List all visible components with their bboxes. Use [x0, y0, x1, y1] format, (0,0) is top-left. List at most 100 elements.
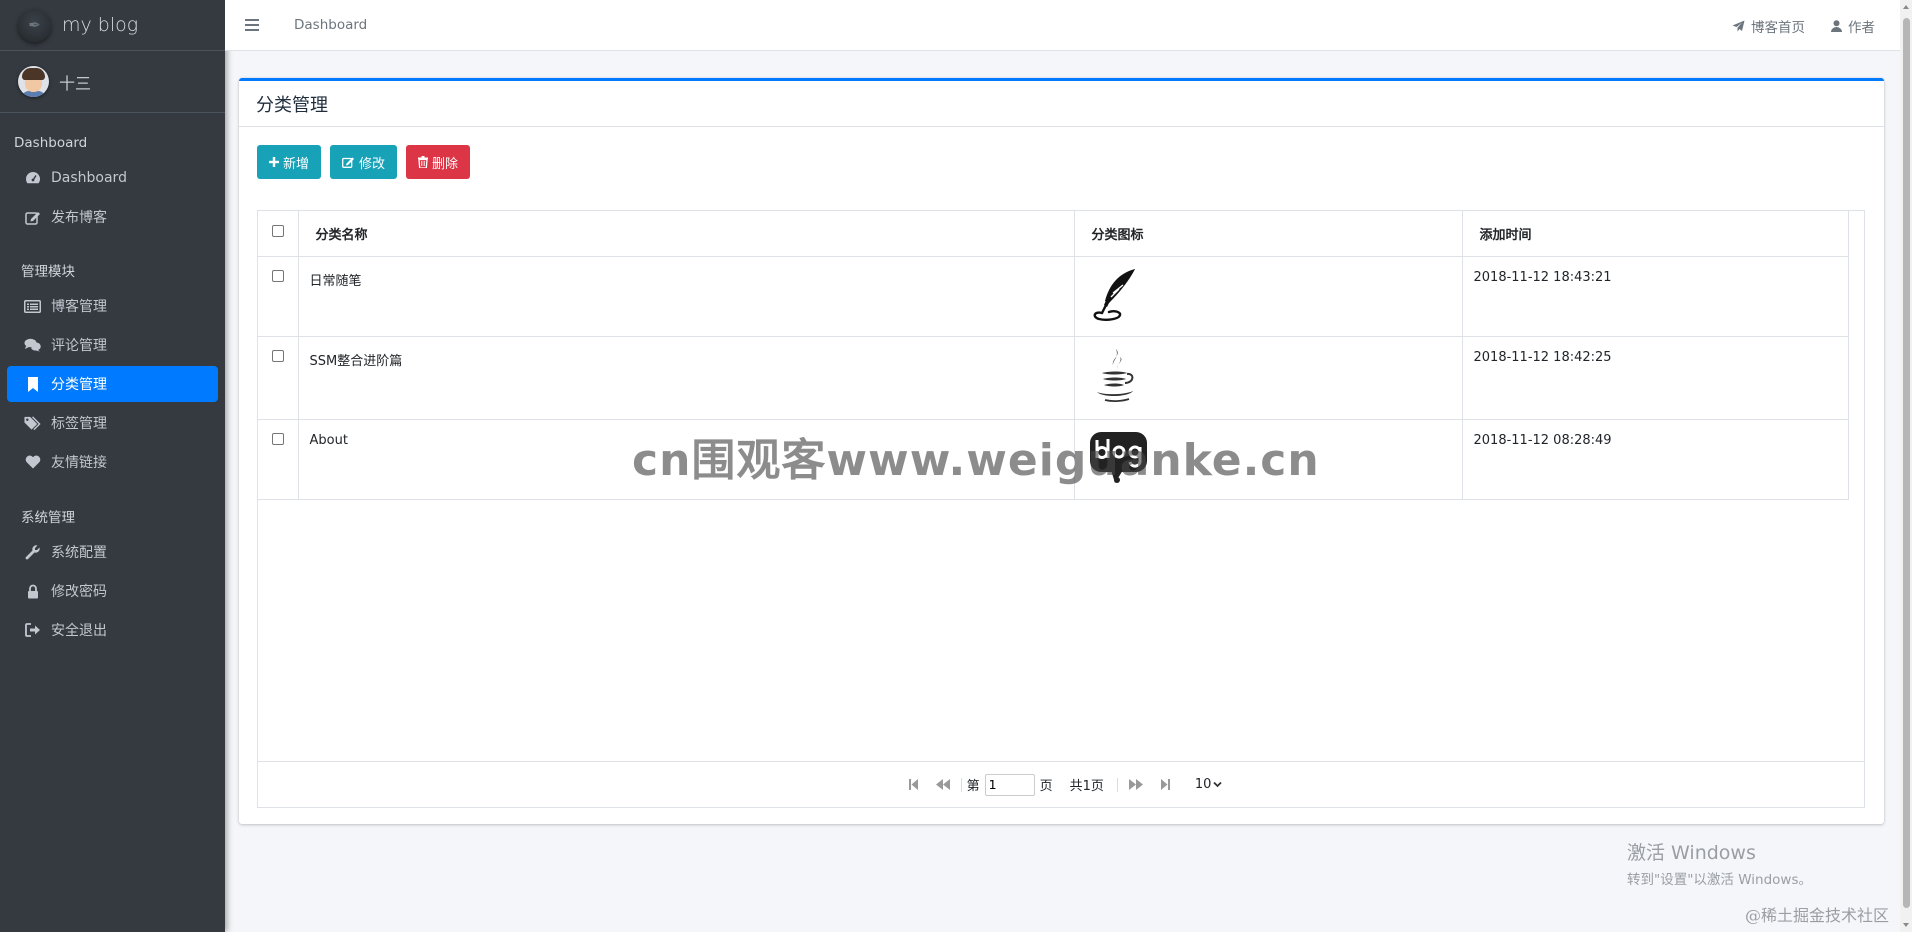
author-link[interactable]: 作者	[1831, 16, 1875, 36]
sidebar-item-dashboard[interactable]: Dashboard	[7, 160, 218, 196]
edit-button[interactable]: 修改	[330, 145, 398, 179]
pager-separator	[1116, 777, 1118, 792]
brand-link[interactable]: ✒ my blog	[0, 0, 225, 51]
category-time: 2018-11-12 18:43:21	[1462, 256, 1849, 337]
sidebar-item-config[interactable]: 系统配置	[7, 534, 218, 570]
scrollbar-thumb[interactable]	[1903, 18, 1910, 908]
category-name: About	[298, 419, 1075, 500]
row-select-cell	[258, 336, 299, 420]
column-header-icon[interactable]: 分类图标	[1074, 211, 1463, 257]
activation-hint: 转到"设置"以激活 Windows。	[1627, 872, 1812, 888]
sign-out-icon	[24, 623, 41, 637]
select-all-cell	[258, 211, 299, 257]
row-checkbox[interactable]	[271, 432, 284, 445]
tags-icon	[24, 415, 41, 431]
page-suffix: 页	[1039, 779, 1053, 794]
nav-header-dashboard: Dashboard	[14, 135, 88, 151]
brand-name: my blog	[62, 14, 139, 36]
row-checkbox[interactable]	[271, 349, 284, 362]
sidebar-item-category[interactable]: 分类管理	[7, 366, 218, 402]
column-header-time[interactable]: 添加时间	[1462, 211, 1849, 257]
delete-button-label: 删除	[432, 156, 459, 172]
sidebar-item-label: 评论管理	[51, 338, 107, 354]
chevron-down-icon	[1213, 781, 1223, 788]
pagination: 第 页 共1页 10	[258, 761, 1864, 807]
edit-icon	[24, 210, 41, 225]
windows-activation-notice: 激活 Windows 转到"设置"以激活 Windows。	[1627, 838, 1812, 888]
page-number-input[interactable]	[984, 773, 1035, 796]
row-checkbox[interactable]	[271, 269, 284, 282]
category-icon-cell	[1074, 336, 1463, 420]
page-title: 分类管理	[256, 94, 328, 116]
next-page-icon	[1128, 779, 1143, 790]
first-page-icon	[908, 779, 918, 790]
row-select-cell	[258, 256, 299, 337]
first-page-button[interactable]	[908, 779, 918, 790]
activation-title: 激活 Windows	[1627, 842, 1756, 864]
nav-header-system: 系统管理	[21, 510, 75, 526]
add-button[interactable]: 新增	[257, 145, 322, 179]
table-header-row: 分类名称 分类图标 添加时间	[258, 211, 1849, 257]
last-page-button[interactable]	[1160, 779, 1170, 790]
top-navbar: Dashboard 博客首页 作者	[225, 0, 1912, 51]
sidebar-item-tags[interactable]: 标签管理	[7, 405, 218, 441]
page-size-select[interactable]: 10	[1195, 777, 1223, 792]
sidebar-item-comments[interactable]: 评论管理	[7, 327, 218, 363]
dashboard-icon	[24, 171, 41, 185]
java-icon	[1096, 348, 1133, 402]
blog-home-link[interactable]: 博客首页	[1732, 16, 1805, 36]
sidebar-item-password[interactable]: 修改密码	[7, 573, 218, 609]
paper-plane-icon	[1732, 20, 1745, 31]
sidebar-item-blog-manage[interactable]: 博客管理	[7, 288, 218, 324]
sidebar-item-publish[interactable]: 发布博客	[7, 199, 218, 235]
table-row[interactable]: 日常随笔 2018-11-12 18:43:21	[258, 256, 1849, 337]
edit-icon	[342, 157, 355, 168]
blog-bubble-icon	[1089, 431, 1147, 483]
edit-button-label: 修改	[359, 156, 386, 172]
sidebar-item-label: 友情链接	[51, 455, 107, 471]
next-page-button[interactable]	[1128, 779, 1143, 790]
prev-page-icon	[935, 779, 950, 790]
user-icon	[1831, 19, 1842, 32]
page-scrollbar[interactable]	[1900, 0, 1912, 932]
user-panel[interactable]: 十三	[0, 51, 225, 113]
last-page-icon	[1160, 779, 1170, 790]
scroll-up-icon[interactable]	[1903, 5, 1909, 9]
prev-page-button[interactable]	[935, 779, 950, 790]
menu-toggle-icon[interactable]	[245, 19, 259, 31]
author-label: 作者	[1848, 19, 1875, 36]
scroll-down-icon[interactable]	[1903, 923, 1909, 927]
list-icon	[24, 299, 41, 313]
category-icon-cell	[1074, 256, 1463, 337]
category-card: 分类管理 新增 修改 删除 分类名称 分类图标 添加时间 日常随笔 2018-1…	[239, 78, 1884, 824]
sidebar-item-links[interactable]: 友情链接	[7, 444, 218, 480]
column-header-name[interactable]: 分类名称	[298, 211, 1075, 257]
brand-logo-icon: ✒	[18, 8, 51, 42]
lock-icon	[24, 584, 41, 599]
page-prefix: 第	[966, 779, 980, 794]
table-row[interactable]: About 2018-11-12 08:28:49	[258, 419, 1849, 500]
sidebar-item-label: 安全退出	[51, 623, 107, 639]
breadcrumb[interactable]: Dashboard	[294, 17, 367, 33]
trash-icon	[418, 156, 429, 168]
page-total: 共1页	[1069, 779, 1104, 794]
comments-icon	[24, 338, 41, 352]
sidebar-item-logout[interactable]: 安全退出	[7, 612, 218, 648]
blog-home-label: 博客首页	[1751, 19, 1805, 36]
sidebar-item-label: 分类管理	[51, 377, 107, 393]
toolbar: 新增 修改 删除	[257, 145, 479, 179]
pager-separator	[960, 777, 962, 792]
select-all-checkbox[interactable]	[271, 225, 284, 238]
sidebar-item-label: 标签管理	[51, 416, 107, 432]
sidebar-item-label: 修改密码	[51, 584, 107, 600]
avatar	[18, 66, 49, 97]
bookmark-icon	[24, 376, 41, 392]
plus-icon	[269, 157, 279, 167]
table-row[interactable]: SSM整合进阶篇 2018-11-12 18:42:25	[258, 336, 1849, 420]
row-select-cell	[258, 419, 299, 500]
category-table: 分类名称 分类图标 添加时间 日常随笔 2018-11-12 18:43:21 …	[257, 210, 1865, 808]
feather-icon	[1093, 268, 1135, 321]
wrench-icon	[24, 544, 41, 560]
user-name: 十三	[59, 73, 92, 93]
delete-button[interactable]: 删除	[406, 145, 471, 179]
